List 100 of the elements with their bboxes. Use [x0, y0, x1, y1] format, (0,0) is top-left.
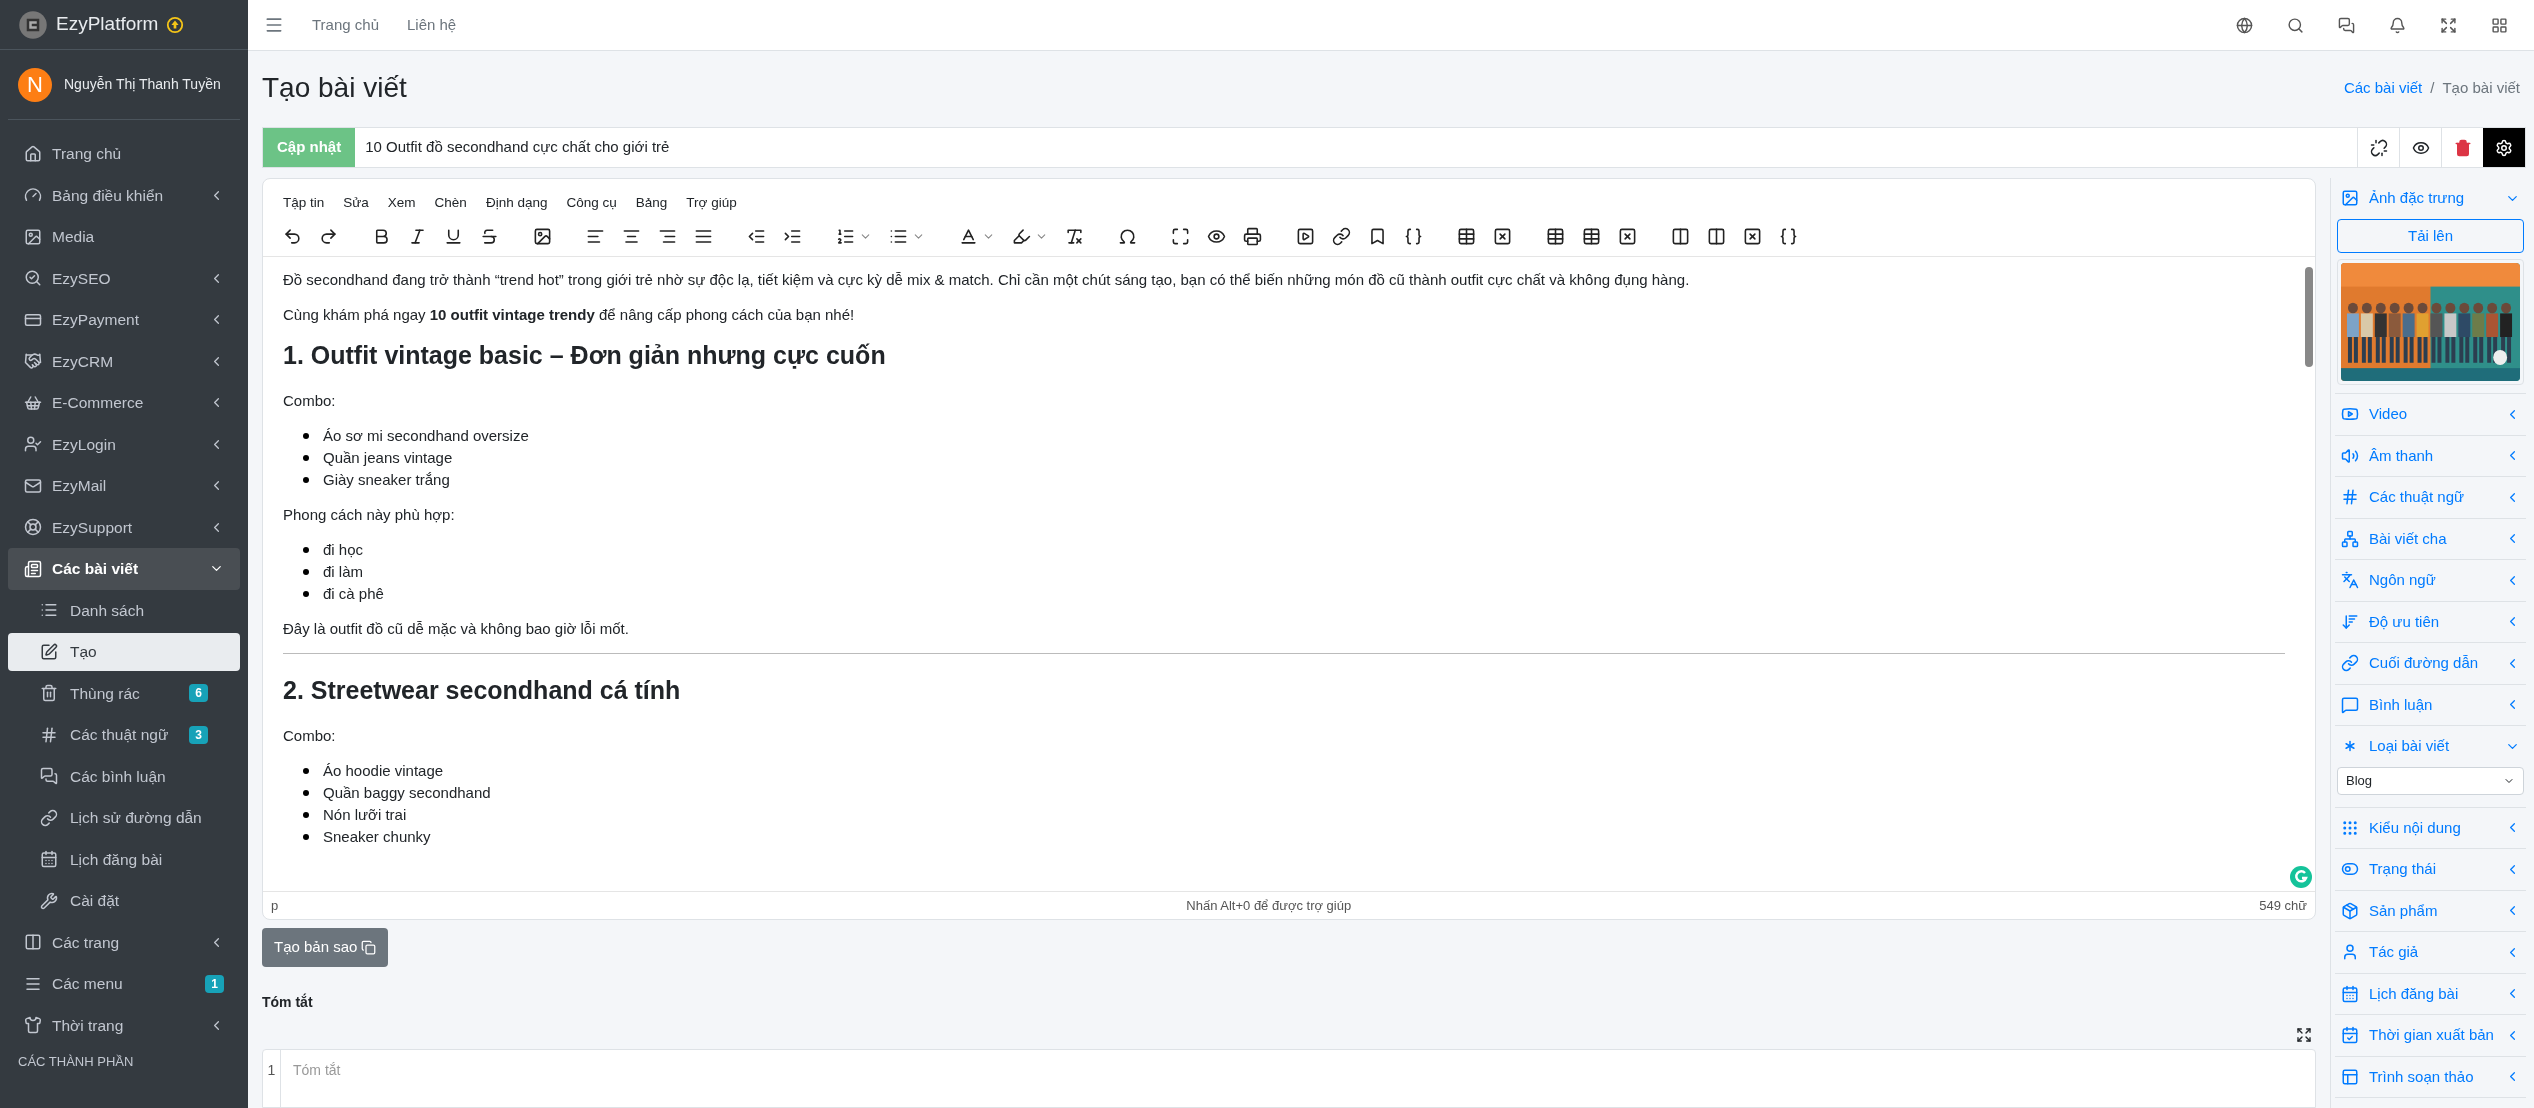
panel-section-header[interactable]: Trình soạn thảo [2335, 1056, 2526, 1097]
sidebar-subitem[interactable]: Lịch đăng bài [8, 840, 240, 879]
summary-editor[interactable]: 1 Tóm tắt [262, 1048, 2316, 1108]
numbered-list-icon[interactable] [836, 227, 855, 247]
sidebar-item[interactable]: Thời trang [8, 1004, 240, 1046]
table-icon[interactable] [1457, 227, 1476, 247]
panel-section-header[interactable]: Ngôn ngữ [2335, 560, 2526, 601]
brand-name[interactable]: EzyPlatform [56, 10, 159, 39]
panel-section-header[interactable]: Trạng thái [2335, 849, 2526, 890]
link-icon[interactable] [1332, 227, 1351, 247]
text-color-icon[interactable] [959, 227, 978, 247]
omega-icon[interactable] [1118, 227, 1137, 247]
menu-icon[interactable] [264, 15, 284, 35]
calendar-icon [2341, 984, 2359, 1003]
print-icon[interactable] [1243, 227, 1262, 247]
menu-item[interactable]: Tập tin [283, 193, 325, 214]
chat-icon[interactable] [2338, 16, 2355, 34]
panel-section-header[interactable]: Thời gian xuất bản [2335, 1015, 2526, 1056]
panel-section-header[interactable]: Độ ưu tiên [2335, 601, 2526, 642]
sidebar-item[interactable]: EzySEO [8, 257, 240, 299]
globe-icon[interactable] [2236, 16, 2253, 34]
fullscreen-icon[interactable] [2296, 1026, 2312, 1043]
sidebar-item[interactable]: Các trang [8, 921, 240, 963]
fullscreen-icon[interactable] [2440, 16, 2457, 34]
sidebar-item[interactable]: Trang chủ [8, 133, 240, 175]
list-item: đi cà phê [323, 584, 384, 605]
menu-item[interactable]: Xem [387, 193, 416, 214]
bell-icon[interactable] [2389, 16, 2406, 34]
paragraph: Phong cách này phù hợp: [283, 505, 456, 526]
highlighter-icon[interactable] [1012, 227, 1031, 247]
delete-table-icon[interactable] [1493, 227, 1512, 247]
copy-button[interactable]: Tạo bản sao [262, 928, 389, 967]
shirt-icon [24, 1016, 42, 1035]
sidebar-item[interactable]: EzyPayment [8, 299, 240, 341]
media-icon[interactable] [1296, 227, 1315, 247]
panel-section-header[interactable]: Sản phẩm [2335, 890, 2526, 931]
word-count[interactable]: 549 chữ [2259, 896, 2307, 916]
summary-placeholder: Tóm tắt [292, 1060, 341, 1080]
user-avatar: N [18, 67, 52, 102]
grid-icon[interactable] [2491, 16, 2508, 34]
sidebar-item[interactable]: Bảng điều khiển [8, 174, 240, 216]
sidebar-subitem[interactable]: Lịch sử đường dẫn [8, 798, 240, 837]
hierarchy-icon [2341, 529, 2359, 548]
panel-section-header[interactable]: Lịch đăng bài [2335, 973, 2526, 1014]
breadcrumb-link[interactable]: Các bài viết [2343, 76, 2423, 100]
image-icon[interactable] [533, 227, 552, 247]
sidebar-item[interactable]: EzyCRM [8, 340, 240, 382]
sidebar-subitem[interactable]: Tạo [8, 632, 240, 671]
bookmark-icon[interactable] [1368, 227, 1387, 247]
nav-link[interactable]: Trang chủ [312, 13, 379, 37]
redo-icon[interactable] [319, 227, 338, 247]
code-icon[interactable] [1779, 227, 1798, 247]
panel-section-header[interactable]: Tác giả [2335, 932, 2526, 973]
upload-button[interactable]: Tải lên [2337, 218, 2524, 253]
list-item: Quần jeans vintage [323, 448, 453, 469]
italic-icon[interactable] [408, 227, 427, 247]
nav-link[interactable]: Liên hệ [407, 13, 457, 37]
sidebar-subitem[interactable]: Cài đặt [8, 881, 240, 920]
sidebar-subitem[interactable]: Thùng rác 6 [8, 674, 240, 713]
clear-format-icon[interactable] [1065, 227, 1084, 247]
menu-item[interactable]: Công cụ [566, 193, 617, 214]
sidebar-item[interactable]: Media [8, 216, 240, 258]
panel-section-header[interactable]: Các thuật ngữ [2335, 477, 2526, 518]
undo-icon[interactable] [283, 227, 302, 247]
sidebar-item[interactable]: EzySupport [8, 506, 240, 548]
search-icon[interactable] [2287, 16, 2304, 34]
paragraph: Đây là outfit đồ cũ dễ mặc và không bao giờ lỗi mốt. [283, 619, 630, 640]
code-icon[interactable] [1404, 227, 1423, 247]
sidebar-subitem[interactable]: Các thuật ngữ 3 [8, 715, 240, 754]
sidebar-item[interactable]: EzyLogin [8, 423, 240, 465]
grammar-check-icon[interactable] [2289, 865, 2313, 890]
sidebar-subitem[interactable]: Các bình luận [8, 757, 240, 796]
menu-item[interactable]: Chèn [434, 193, 467, 214]
delete-row-icon[interactable] [1618, 227, 1637, 247]
panel-section-header[interactable]: Bài viết cha [2335, 518, 2526, 559]
user-name[interactable]: Nguyễn Thị Thanh Tuyền [64, 74, 221, 95]
panel-section-header[interactable]: Ảnh đặc trưng [2335, 178, 2526, 219]
panel-section-header[interactable]: Cuối đường dẫn [2335, 643, 2526, 684]
sidebar-item[interactable]: E-Commerce [8, 382, 240, 424]
element-path[interactable]: p [271, 896, 279, 916]
sidebar-item[interactable]: EzyMail [8, 465, 240, 507]
menu-item[interactable]: Bảng [635, 193, 668, 214]
menu-item[interactable]: Định dạng [485, 193, 548, 214]
strikethrough-icon[interactable] [480, 227, 499, 247]
delete-column-icon[interactable] [1743, 227, 1762, 247]
panel-section-header[interactable]: Kiểu nội dung [2335, 807, 2526, 848]
scrollbar[interactable] [2305, 267, 2313, 368]
panel-section-header[interactable]: Âm thanh [2335, 435, 2526, 476]
underline-icon[interactable] [444, 227, 463, 247]
sidebar-item[interactable]: Các bài viết [8, 548, 240, 590]
sidebar-item[interactable]: Các menu 1 [8, 963, 240, 1005]
menu-item[interactable]: Sửa [343, 193, 369, 214]
panel-section-header[interactable]: Loại bài viết [2335, 726, 2526, 767]
panel-section-header[interactable]: Bình luận [2335, 684, 2526, 725]
panel-section-header[interactable]: Video [2335, 394, 2526, 435]
sidebar-subitem[interactable]: Danh sách [8, 591, 240, 630]
menu-item[interactable]: Trợ giúp [686, 193, 737, 214]
summary-label: Tóm tắt [262, 992, 314, 1012]
post-type-select[interactable]: Blog [2337, 766, 2524, 795]
fullscreen-icon[interactable] [1171, 227, 1190, 247]
